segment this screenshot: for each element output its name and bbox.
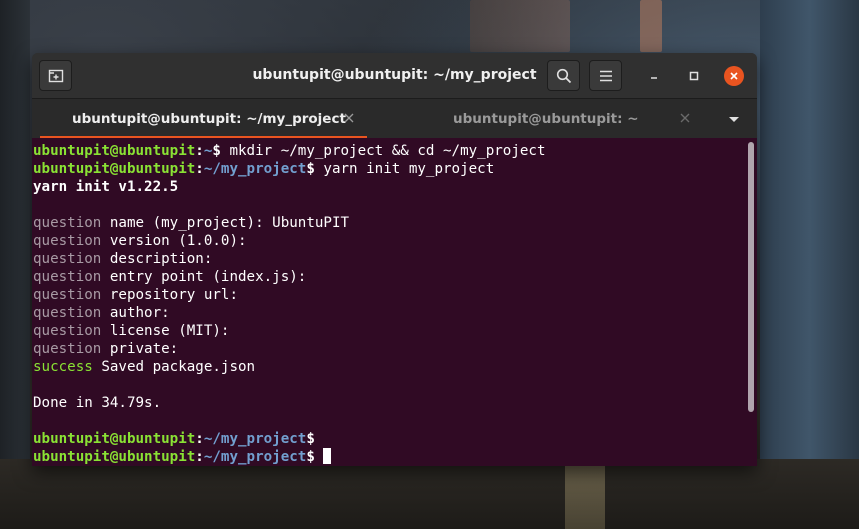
question-prefix: question	[33, 323, 102, 339]
terminal-line: success Saved package.json	[33, 358, 743, 376]
terminal-line: question entry point (index.js):	[33, 268, 743, 286]
prompt-path: ~/my_project	[203, 449, 307, 465]
prompt-user: ubuntupit@ubuntupit	[33, 449, 196, 465]
scrollbar[interactable]	[748, 142, 754, 412]
question-prefix: question	[33, 305, 102, 321]
chevron-down-icon[interactable]	[726, 112, 742, 126]
question-prefix: question	[33, 269, 102, 285]
prompt-user: ubuntupit@ubuntupit	[33, 143, 196, 159]
maximize-icon	[689, 71, 699, 81]
tab-label: ubuntupit@ubuntupit: ~	[453, 111, 639, 127]
menu-button[interactable]	[589, 60, 622, 91]
command-text: yarn init my_project	[314, 161, 495, 177]
terminal-line: question name (my_project): UbuntuPIT	[33, 214, 743, 232]
new-tab-button[interactable]	[39, 60, 72, 91]
command-text: mkdir ~/my_project && cd ~/my_project	[220, 143, 546, 159]
prompt-separator: :	[195, 143, 204, 159]
prompt-user: ubuntupit@ubuntupit	[33, 161, 196, 177]
close-button[interactable]	[724, 66, 744, 86]
title-bar[interactable]: ubuntupit@ubuntupit: ~/my_project	[32, 53, 757, 98]
prompt-user: ubuntupit@ubuntupit	[33, 431, 196, 447]
background-platform-stripe	[565, 459, 605, 529]
background-floor	[0, 459, 859, 529]
background-pillar	[0, 0, 30, 529]
prompt-separator: :	[195, 449, 204, 465]
minimize-icon	[651, 77, 657, 79]
minimize-button[interactable]	[644, 66, 664, 86]
terminal-text: ubuntupit@ubuntupit:~$ mkdir ~/my_projec…	[33, 142, 743, 466]
terminal-line: question description:	[33, 250, 743, 268]
tab-home[interactable]: ubuntupit@ubuntupit: ~	[367, 99, 697, 139]
prompt-separator: :	[195, 161, 204, 177]
background-light	[470, 0, 570, 52]
terminal-line: ubuntupit@ubuntupit:~/my_project$ yarn i…	[33, 160, 743, 178]
background-light	[640, 0, 662, 52]
search-icon	[556, 68, 571, 83]
question-text: entry point (index.js):	[101, 269, 307, 285]
search-button[interactable]	[547, 60, 580, 91]
terminal-line: question repository url:	[33, 286, 743, 304]
new-tab-icon	[48, 69, 63, 82]
terminal-line: yarn init v1.22.5	[33, 178, 743, 196]
terminal-line: question author:	[33, 304, 743, 322]
terminal-window: ubuntupit@ubuntupit: ~/my_project ubuntu…	[32, 53, 757, 466]
background-pillar	[760, 0, 859, 529]
question-text: version (1.0.0):	[101, 233, 247, 249]
terminal-line: question private:	[33, 340, 743, 358]
tab-label: ubuntupit@ubuntupit: ~/my_project	[72, 111, 346, 127]
question-prefix: question	[33, 233, 102, 249]
question-text: license (MIT):	[101, 323, 230, 339]
prompt-symbol: $	[306, 161, 315, 177]
prompt-symbol: $	[306, 431, 315, 447]
terminal-line: ubuntupit@ubuntupit:~/my_project$	[33, 430, 743, 448]
hamburger-menu-icon	[599, 70, 612, 81]
status-prefix: success	[33, 359, 93, 375]
status-text: Saved package.json	[92, 359, 256, 375]
tab-close-icon[interactable]	[342, 111, 356, 125]
tab-close-icon[interactable]	[678, 111, 692, 125]
prompt-path: ~/my_project	[203, 161, 307, 177]
prompt-path: ~/my_project	[203, 431, 307, 447]
terminal-line: ubuntupit@ubuntupit:~$ mkdir ~/my_projec…	[33, 142, 743, 160]
terminal-line: ubuntupit@ubuntupit:~/my_project$	[33, 448, 743, 466]
question-prefix: question	[33, 287, 102, 303]
question-text: name (my_project): UbuntuPIT	[101, 215, 350, 231]
question-prefix: question	[33, 341, 102, 357]
tab-bar: ubuntupit@ubuntupit: ~/my_project ubuntu…	[32, 98, 757, 139]
prompt-symbol: $	[306, 449, 315, 465]
close-icon	[730, 72, 738, 80]
question-text: private:	[101, 341, 179, 357]
terminal-line: question license (MIT):	[33, 322, 743, 340]
prompt-separator: :	[195, 431, 204, 447]
question-text: repository url:	[101, 287, 239, 303]
terminal-output[interactable]: ubuntupit@ubuntupit:~$ mkdir ~/my_projec…	[32, 138, 757, 466]
tab-my-project[interactable]: ubuntupit@ubuntupit: ~/my_project	[40, 99, 367, 139]
question-text: author:	[101, 305, 170, 321]
question-text: description:	[101, 251, 213, 267]
maximize-button[interactable]	[684, 66, 704, 86]
text-cursor	[323, 448, 332, 464]
prompt-symbol: $	[212, 143, 221, 159]
question-prefix: question	[33, 215, 102, 231]
terminal-line: question version (1.0.0):	[33, 232, 743, 250]
question-prefix: question	[33, 251, 102, 267]
output-text: yarn init v1.22.5	[33, 179, 179, 195]
output-text: Done in 34.79s.	[33, 395, 162, 411]
command-text	[315, 449, 324, 465]
terminal-line: Done in 34.79s.	[33, 394, 743, 412]
